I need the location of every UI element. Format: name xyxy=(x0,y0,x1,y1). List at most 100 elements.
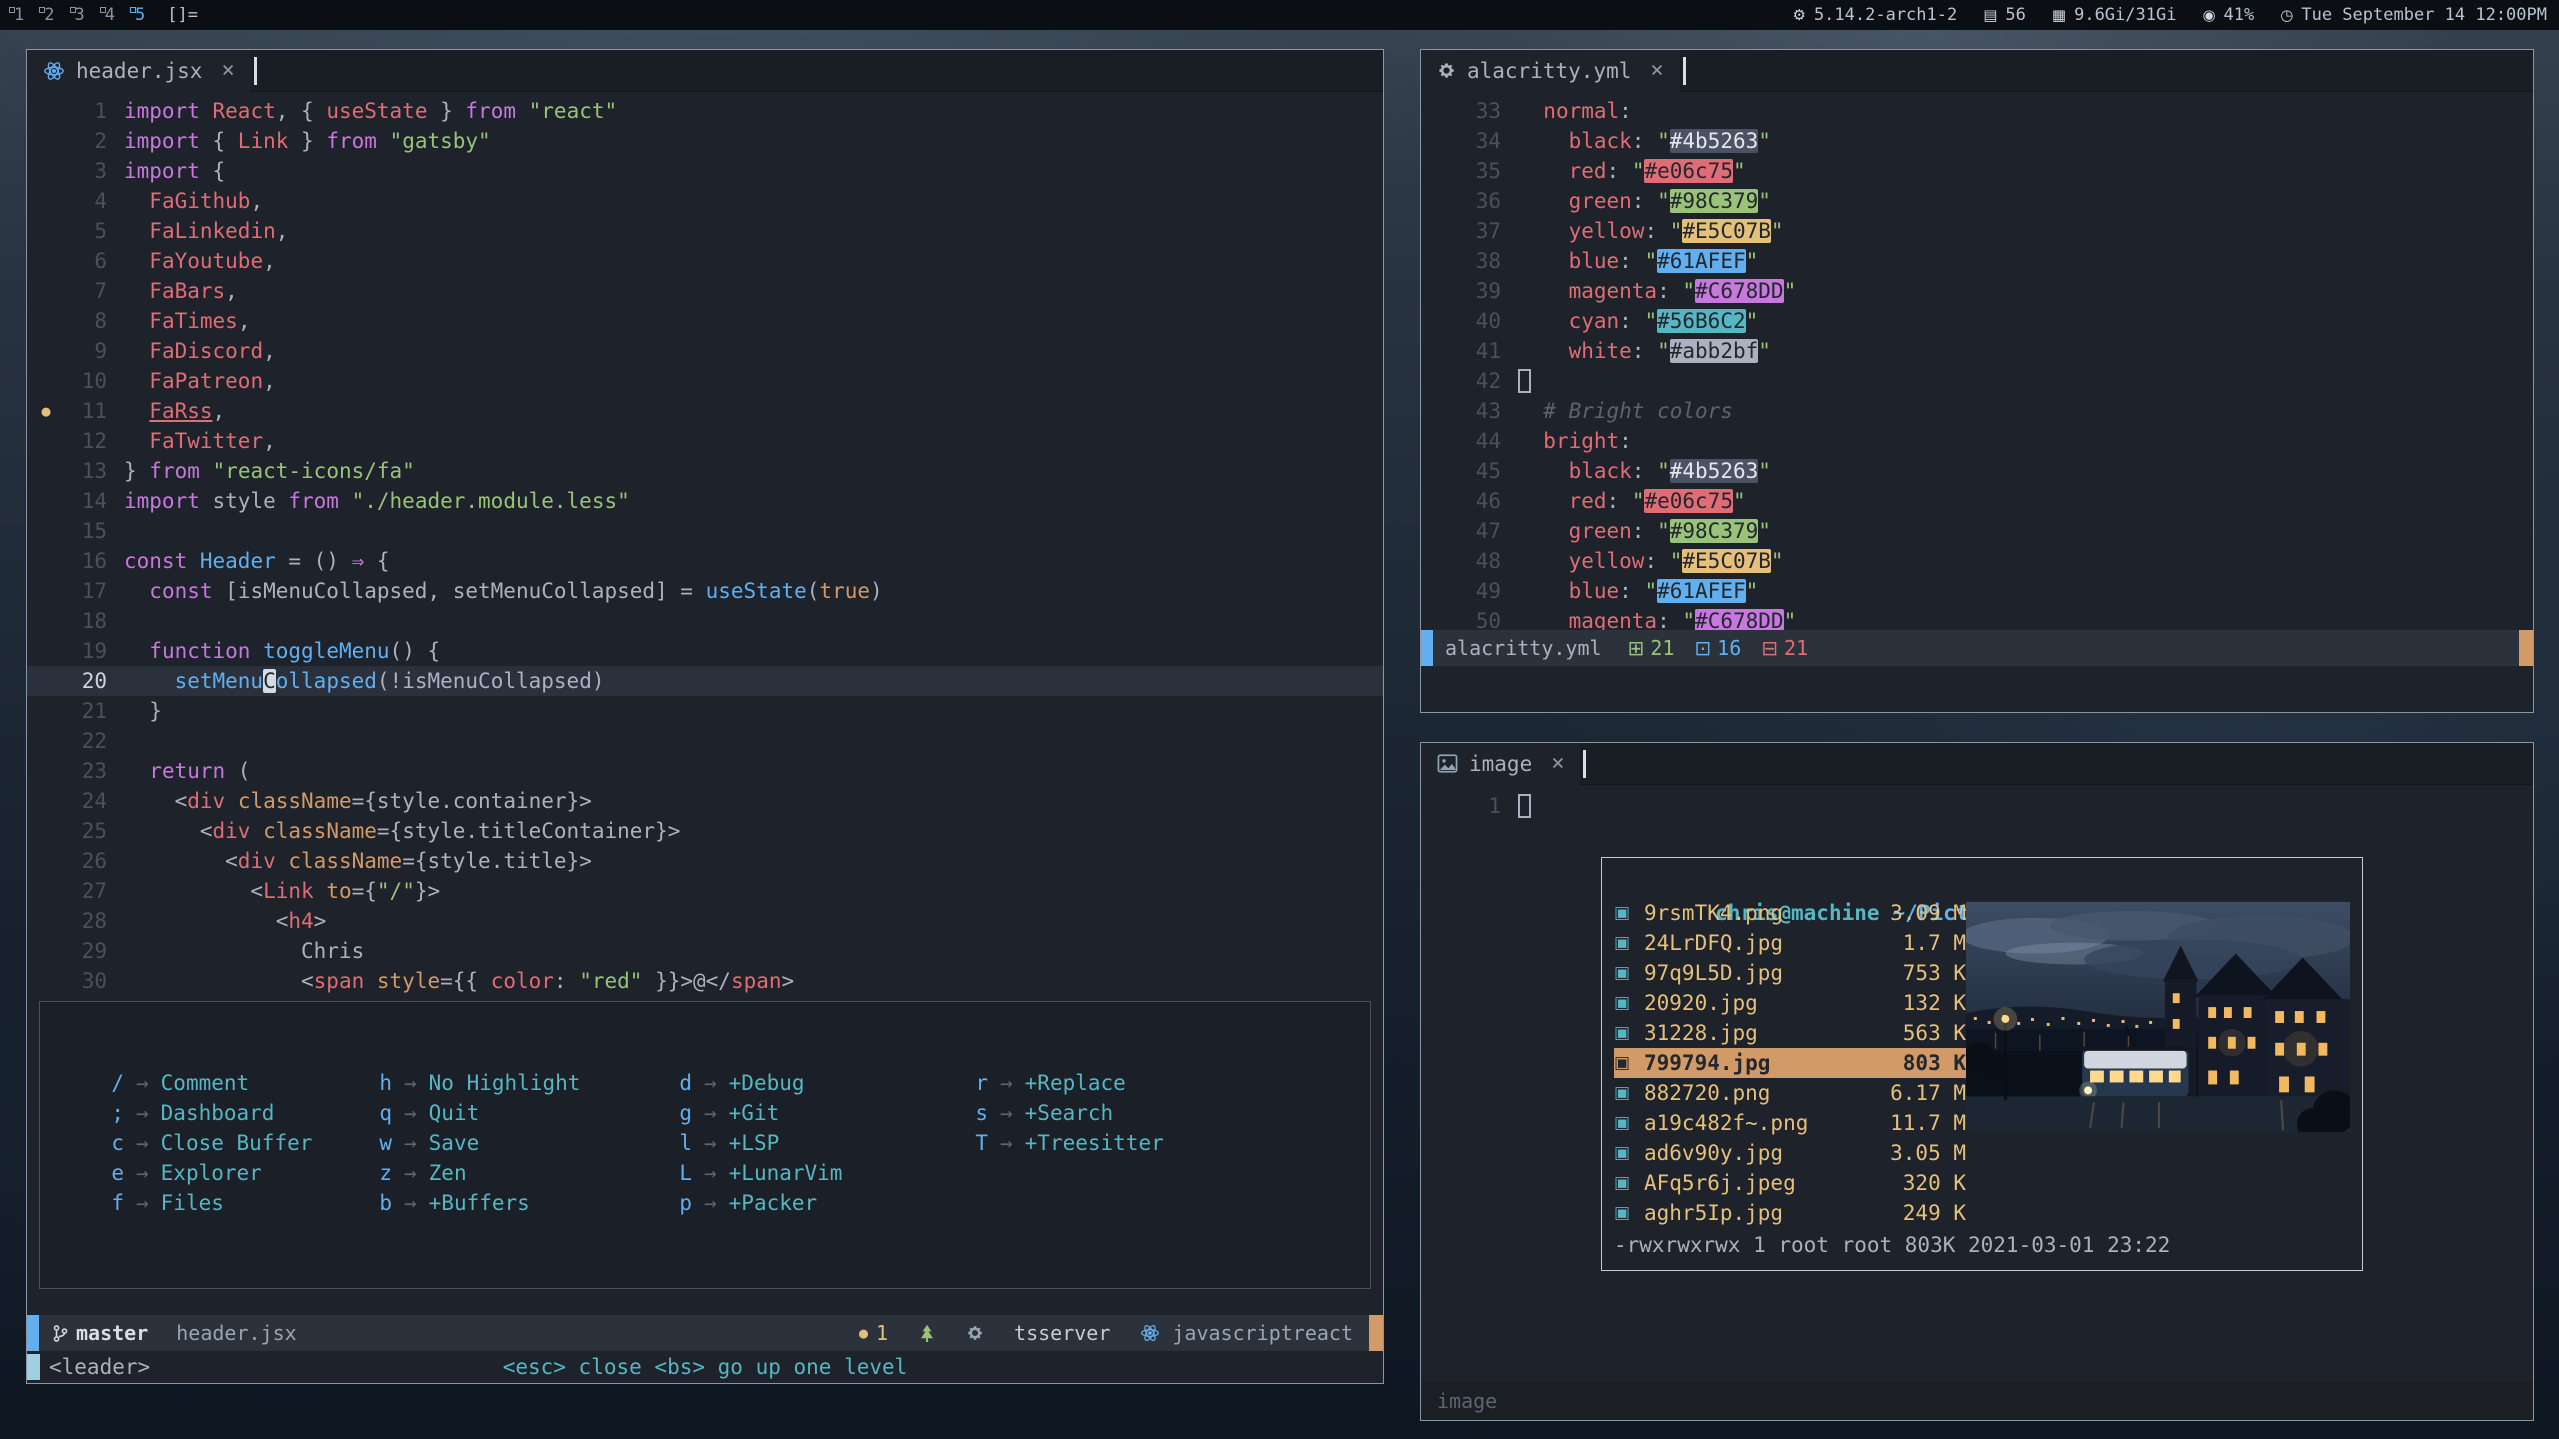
code-line-45[interactable]: 45 black: "#4b5263" xyxy=(1421,456,2533,486)
which-key-item-p[interactable]: p→+Packer xyxy=(670,1188,966,1218)
code-line-38[interactable]: 38 blue: "#61AFEF" xyxy=(1421,246,2533,276)
code-line-8[interactable]: 8 FaTimes, xyxy=(27,306,1383,336)
workspace-tag-4[interactable]: 4 xyxy=(103,5,117,25)
which-key-item-;[interactable]: ;→Dashboard xyxy=(102,1098,370,1128)
file-row[interactable]: ▣882720.png6.17 M xyxy=(1614,1078,1966,1108)
which-key-item-b[interactable]: b→+Buffers xyxy=(370,1188,670,1218)
which-key-item-z[interactable]: z→Zen xyxy=(370,1158,670,1188)
code-line-49[interactable]: 49 blue: "#61AFEF" xyxy=(1421,576,2533,606)
code-line-12[interactable]: 12 FaTwitter, xyxy=(27,426,1383,456)
code-line-20[interactable]: 20 setMenuCollapsed(!isMenuCollapsed) xyxy=(27,666,1383,696)
code-line-15[interactable]: 15 xyxy=(27,516,1383,546)
which-key-item-c[interactable]: c→Close Buffer xyxy=(102,1128,370,1158)
file-row[interactable]: ▣9rsmTK4.png3.09 M xyxy=(1614,898,1966,928)
code-line-46[interactable]: 46 red: "#e06c75" xyxy=(1421,486,2533,516)
code-line-48[interactable]: 48 yellow: "#E5C07B" xyxy=(1421,546,2533,576)
workspace-tag-5[interactable]: 5 xyxy=(133,5,147,25)
code-line-30[interactable]: 30 <span style={{ color: "red" }}>@</spa… xyxy=(27,966,1383,995)
token: React xyxy=(213,99,276,123)
code-line-50[interactable]: 50 magenta: "#C678DD" xyxy=(1421,606,2533,630)
which-key-item-L[interactable]: L→+LunarVim xyxy=(670,1158,966,1188)
line-text: cyan: "#56B6C2" xyxy=(1501,306,1758,336)
file-row[interactable]: ▣aghr5Ip.jpg249 K xyxy=(1614,1198,1966,1228)
code-line-24[interactable]: 24 <div className={style.container}> xyxy=(27,786,1383,816)
code-line-28[interactable]: 28 <h4> xyxy=(27,906,1383,936)
code-line-16[interactable]: 16const Header = () ⇒ { xyxy=(27,546,1383,576)
code-line-1[interactable]: 1import React, { useState } from "react" xyxy=(27,96,1383,126)
workspace-tag-3[interactable]: 3 xyxy=(73,5,87,25)
code-line-2[interactable]: 2import { Link } from "gatsby" xyxy=(27,126,1383,156)
code-line-4[interactable]: 4 FaGithub, xyxy=(27,186,1383,216)
file-row[interactable]: ▣31228.jpg563 K xyxy=(1614,1018,1966,1048)
close-icon[interactable]: × xyxy=(221,58,234,83)
terminal-buffer[interactable]: 1 chris@machine~/Pictures/wallpapers/799… xyxy=(1421,785,2533,1382)
which-key-item-h[interactable]: h→No Highlight xyxy=(370,1068,670,1098)
code-line-44[interactable]: 44 bright: xyxy=(1421,426,2533,456)
code-line-22[interactable]: 22 xyxy=(27,726,1383,756)
file-row[interactable]: ▣799794.jpg803 K xyxy=(1614,1048,1966,1078)
code-area-header-jsx[interactable]: 1import React, { useState } from "react"… xyxy=(27,92,1383,995)
which-key-item-r[interactable]: r→+Replace xyxy=(966,1068,1370,1098)
code-line-9[interactable]: 9 FaDiscord, xyxy=(27,336,1383,366)
code-line-27[interactable]: 27 <Link to={"/"}> xyxy=(27,876,1383,906)
which-key-item-q[interactable]: q→Quit xyxy=(370,1098,670,1128)
code-line-14[interactable]: 14import style from "./header.module.les… xyxy=(27,486,1383,516)
code-line-19[interactable]: 19 function toggleMenu() { xyxy=(27,636,1383,666)
workspace-tag-1[interactable]: 1 xyxy=(12,5,26,25)
token: < xyxy=(124,789,187,813)
diagnostics-indicator[interactable]: ●1 xyxy=(859,1321,888,1345)
which-key-item-e[interactable]: e→Explorer xyxy=(102,1158,370,1188)
code-line-11[interactable]: ●11 FaRss, xyxy=(27,396,1383,426)
which-key-item-/[interactable]: /→Comment xyxy=(102,1068,370,1098)
code-line-21[interactable]: 21 } xyxy=(27,696,1383,726)
tab-image[interactable]: image × xyxy=(1421,743,1580,785)
code-line-25[interactable]: 25 <div className={style.titleContainer}… xyxy=(27,816,1383,846)
code-line-7[interactable]: 7 FaBars, xyxy=(27,276,1383,306)
code-line-34[interactable]: 34 black: "#4b5263" xyxy=(1421,126,2533,156)
file-row[interactable]: ▣a19c482f~.png11.7 M xyxy=(1614,1108,1966,1138)
which-key-item-w[interactable]: w→Save xyxy=(370,1128,670,1158)
code-line-18[interactable]: 18 xyxy=(27,606,1383,636)
which-key-item-d[interactable]: d→+Debug xyxy=(670,1068,966,1098)
code-line-35[interactable]: 35 red: "#e06c75" xyxy=(1421,156,2533,186)
git-branch-name[interactable]: master xyxy=(76,1321,148,1345)
code-line-26[interactable]: 26 <div className={style.title}> xyxy=(27,846,1383,876)
code-line-41[interactable]: 41 white: "#abb2bf" xyxy=(1421,336,2533,366)
close-icon[interactable]: × xyxy=(1551,751,1564,776)
which-key-item-T[interactable]: T→+Treesitter xyxy=(966,1128,1370,1158)
code-line-37[interactable]: 37 yellow: "#E5C07B" xyxy=(1421,216,2533,246)
code-line-17[interactable]: 17 const [isMenuCollapsed, setMenuCollap… xyxy=(27,576,1383,606)
code-line-39[interactable]: 39 magenta: "#C678DD" xyxy=(1421,276,2533,306)
which-key-item-s[interactable]: s→+Search xyxy=(966,1098,1370,1128)
file-row[interactable]: ▣24LrDFQ.jpg1.7 M xyxy=(1614,928,1966,958)
file-row[interactable]: ▣20920.jpg132 K xyxy=(1614,988,1966,1018)
file-row[interactable]: ▣97q9L5D.jpg753 K xyxy=(1614,958,1966,988)
code-line-33[interactable]: 33 normal: xyxy=(1421,96,2533,126)
code-line-47[interactable]: 47 green: "#98C379" xyxy=(1421,516,2533,546)
lightbulb-icon[interactable]: ● xyxy=(27,396,65,426)
which-key-item-f[interactable]: f→Files xyxy=(102,1188,370,1218)
workspace-tag-2[interactable]: 2 xyxy=(42,5,56,25)
code-line-23[interactable]: 23 return ( xyxy=(27,756,1383,786)
code-line-6[interactable]: 6 FaYoutube, xyxy=(27,246,1383,276)
code-line-29[interactable]: 29 Chris xyxy=(27,936,1383,966)
code-line-40[interactable]: 40 cyan: "#56B6C2" xyxy=(1421,306,2533,336)
which-key-item-g[interactable]: g→+Git xyxy=(670,1098,966,1128)
tab-alacritty-yml[interactable]: alacritty.yml × xyxy=(1421,50,1680,92)
code-line-13[interactable]: 13} from "react-icons/fa" xyxy=(27,456,1383,486)
left-cmdline[interactable]: <leader> <esc> close <bs> go up one leve… xyxy=(27,1351,1383,1383)
code-line-43[interactable]: 43 # Bright colors xyxy=(1421,396,2533,426)
close-icon[interactable]: × xyxy=(1650,58,1663,83)
file-row[interactable]: ▣ad6v90y.jpg3.05 M xyxy=(1614,1138,1966,1168)
token: "/" xyxy=(377,879,415,903)
code-line-36[interactable]: 36 green: "#98C379" xyxy=(1421,186,2533,216)
code-line-5[interactable]: 5 FaLinkedin, xyxy=(27,216,1383,246)
code-line-3[interactable]: 3import { xyxy=(27,156,1383,186)
which-key-item-l[interactable]: l→+LSP xyxy=(670,1128,966,1158)
code-area-alacritty-yml[interactable]: 33 normal:34 black: "#4b5263"35 red: "#e… xyxy=(1421,92,2533,630)
code-line-42[interactable]: 42 xyxy=(1421,366,2533,396)
file-row[interactable]: ▣AFq5r6j.jpeg320 K xyxy=(1614,1168,1966,1198)
code-line-10[interactable]: 10 FaPatreon, xyxy=(27,366,1383,396)
layout-symbol[interactable]: []= xyxy=(167,5,198,25)
tab-header-jsx[interactable]: header.jsx × xyxy=(27,50,251,92)
